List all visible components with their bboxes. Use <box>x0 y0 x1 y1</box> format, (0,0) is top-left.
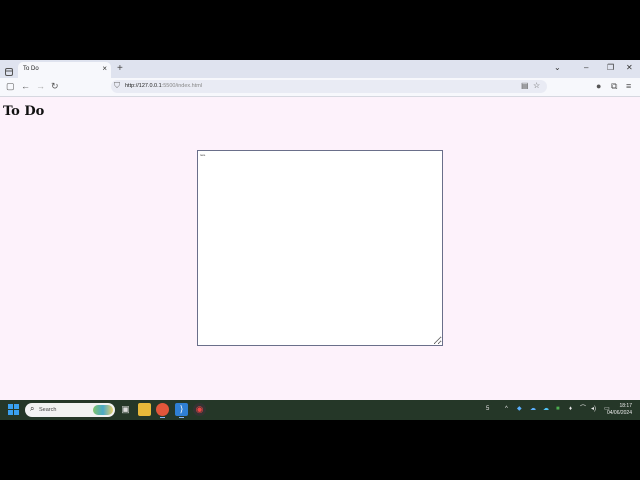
todo-textarea[interactable]: rere <box>197 150 443 346</box>
new-tab-button[interactable]: + <box>117 63 123 74</box>
volume-icon[interactable]: ◂) <box>591 405 596 414</box>
taskbar: ⌕ Search ▣ ⟩ ◉ 5 ^ ◆ ☁ ☁ ■ ♦ ⌒ ◂) ▭ 18:1… <box>0 400 640 420</box>
page-title: To Do <box>3 104 45 119</box>
url-path: :5500/index.html <box>161 83 203 89</box>
restore-button[interactable]: ❐ <box>607 63 614 72</box>
sidebar-icon[interactable]: ▢ <box>6 81 15 92</box>
tray-green-app-icon[interactable]: ■ <box>556 405 560 414</box>
minimize-button[interactable]: – <box>584 63 588 72</box>
reload-icon[interactable]: ↻ <box>51 81 59 92</box>
tray-badge[interactable]: 5 <box>486 405 489 414</box>
site-info-icon[interactable]: ⛉ <box>114 81 120 91</box>
tab-todo[interactable]: To Do × <box>18 62 111 78</box>
forward-icon[interactable]: → <box>36 81 45 92</box>
firefox-icon[interactable] <box>156 403 169 418</box>
bookmark-star-icon[interactable]: ☆ <box>533 81 540 90</box>
show-hidden-icons-chevron-icon[interactable]: ^ <box>505 405 508 414</box>
window-close-button[interactable]: ✕ <box>626 63 633 72</box>
extension-icon[interactable]: ● <box>596 81 601 92</box>
tab-bar: To Do × + ⌄ – ❐ ✕ <box>0 60 640 78</box>
tray-app-icon[interactable]: ◆ <box>517 405 522 414</box>
microphone-icon[interactable]: ♦ <box>569 405 572 414</box>
reader-view-icon[interactable]: ▤ <box>521 81 529 90</box>
system-clock[interactable]: 18:17 04/06/2024 <box>607 403 632 417</box>
page-content: To Do rere <box>0 97 640 400</box>
search-highlight-image <box>93 405 113 415</box>
file-explorer-icon[interactable] <box>138 403 151 416</box>
tab-title: To Do <box>23 66 39 72</box>
back-icon[interactable]: ← <box>21 81 30 92</box>
search-label: Search <box>39 407 57 413</box>
clock-time: 18:17 <box>619 403 632 409</box>
menu-icon[interactable]: ≡ <box>626 81 631 92</box>
onedrive-icon[interactable]: ☁ <box>530 405 536 414</box>
windows-start-icon[interactable] <box>8 404 19 415</box>
url-host: http://127.0.0.1 <box>125 83 162 89</box>
vscode-icon[interactable]: ⟩ <box>175 403 188 418</box>
clock-date: 04/06/2024 <box>606 410 632 416</box>
wifi-icon[interactable]: ⌒ <box>580 405 586 414</box>
task-view-icon[interactable]: ▣ <box>119 403 132 416</box>
address-bar[interactable]: ⛉ http://127.0.0.1:5500/index.html ▤ ☆ <box>111 80 547 93</box>
puzzle-icon[interactable]: ⧉ <box>611 81 617 92</box>
screen: To Do × + ⌄ – ❐ ✕ ▢ ← → ↻ ⛉ http://127.0… <box>0 60 640 420</box>
tab-list-chevron-icon[interactable]: ⌄ <box>554 63 561 72</box>
close-icon[interactable]: × <box>102 64 107 73</box>
chrome-icon[interactable]: ◉ <box>193 403 206 416</box>
tray-cloud-icon[interactable]: ☁ <box>543 405 549 414</box>
search-icon: ⌕ <box>30 404 35 413</box>
browser-toolbar: ▢ ← → ↻ ⛉ http://127.0.0.1:5500/index.ht… <box>0 78 640 97</box>
taskbar-search[interactable]: ⌕ Search <box>25 403 115 417</box>
tab-actions-icon[interactable] <box>4 64 14 76</box>
url-text[interactable]: http://127.0.0.1:5500/index.html <box>125 83 202 89</box>
